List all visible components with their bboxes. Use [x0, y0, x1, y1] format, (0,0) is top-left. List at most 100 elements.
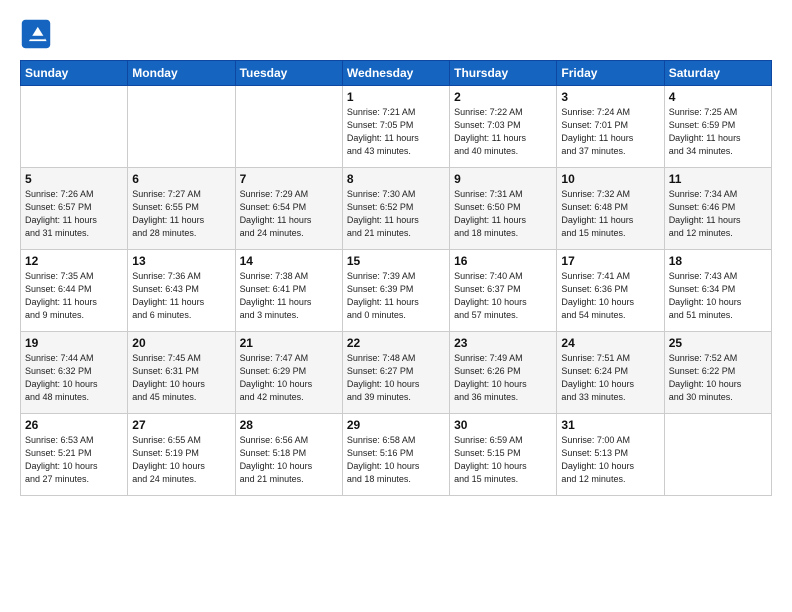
day-info: Sunrise: 7:30 AM Sunset: 6:52 PM Dayligh… — [347, 188, 445, 240]
day-cell: 3Sunrise: 7:24 AM Sunset: 7:01 PM Daylig… — [557, 86, 664, 168]
day-cell: 27 Sunrise: 6:55 AM Sunset: 5:19 PM Dayli… — [128, 414, 235, 496]
day-number: 29 — [347, 418, 445, 432]
day-cell: 4 Sunrise: 7:25 AM Sunset: 6:59 PM Daylig… — [664, 86, 771, 168]
logo — [20, 18, 56, 50]
day-cell: 22 Sunrise: 7:48 AM Sunset: 6:27 PM Dayli… — [342, 332, 449, 414]
day-cell: 7 Sunrise: 7:29 AM Sunset: 6:54 PM Daylig… — [235, 168, 342, 250]
day-cell: 25 Sunrise: 7:52 AM Sunset: 6:22 PM Dayli… — [664, 332, 771, 414]
day-number: 27 — [132, 418, 230, 432]
week-row-4: 26 Sunrise: 6:53 AM Sunset: 5:21 PM Dayli… — [21, 414, 772, 496]
week-row-3: 19 Sunrise: 7:44 AM Sunset: 6:32 PM Dayli… — [21, 332, 772, 414]
day-cell: 18 Sunrise: 7:43 AM Sunset: 6:34 PM Dayli… — [664, 250, 771, 332]
day-cell — [235, 86, 342, 168]
day-cell: 11Sunrise: 7:34 AM Sunset: 6:46 PM Dayli… — [664, 168, 771, 250]
day-cell: 10 Sunrise: 7:32 AM Sunset: 6:48 PM Dayli… — [557, 168, 664, 250]
day-info: Sunrise: 6:58 AM Sunset: 5:16 PM Dayligh… — [347, 434, 445, 486]
day-cell: 24Sunrise: 7:51 AM Sunset: 6:24 PM Dayli… — [557, 332, 664, 414]
day-info: Sunrise: 7:45 AM Sunset: 6:31 PM Dayligh… — [132, 352, 230, 404]
day-number: 15 — [347, 254, 445, 268]
day-cell: 19 Sunrise: 7:44 AM Sunset: 6:32 PM Dayli… — [21, 332, 128, 414]
day-number: 16 — [454, 254, 552, 268]
day-number: 5 — [25, 172, 123, 186]
day-info: Sunrise: 6:59 AM Sunset: 5:15 PM Dayligh… — [454, 434, 552, 486]
day-number: 24 — [561, 336, 659, 350]
day-info: Sunrise: 7:31 AM Sunset: 6:50 PM Dayligh… — [454, 188, 552, 240]
day-info: Sunrise: 7:24 AM Sunset: 7:01 PM Dayligh… — [561, 106, 659, 158]
day-info: Sunrise: 7:27 AM Sunset: 6:55 PM Dayligh… — [132, 188, 230, 240]
weekday-header-friday: Friday — [557, 61, 664, 86]
day-cell: 21 Sunrise: 7:47 AM Sunset: 6:29 PM Dayli… — [235, 332, 342, 414]
day-number: 30 — [454, 418, 552, 432]
day-info: Sunrise: 7:25 AM Sunset: 6:59 PM Dayligh… — [669, 106, 767, 158]
day-info: Sunrise: 7:38 AM Sunset: 6:41 PM Dayligh… — [240, 270, 338, 322]
day-cell — [21, 86, 128, 168]
logo-icon — [20, 18, 52, 50]
day-info: Sunrise: 7:52 AM Sunset: 6:22 PM Dayligh… — [669, 352, 767, 404]
day-cell: 17Sunrise: 7:41 AM Sunset: 6:36 PM Dayli… — [557, 250, 664, 332]
day-cell: 12 Sunrise: 7:35 AM Sunset: 6:44 PM Dayli… — [21, 250, 128, 332]
day-info: Sunrise: 7:41 AM Sunset: 6:36 PM Dayligh… — [561, 270, 659, 322]
week-row-0: 1Sunrise: 7:21 AM Sunset: 7:05 PM Daylig… — [21, 86, 772, 168]
day-number: 12 — [25, 254, 123, 268]
day-number: 14 — [240, 254, 338, 268]
day-info: Sunrise: 7:47 AM Sunset: 6:29 PM Dayligh… — [240, 352, 338, 404]
day-info: Sunrise: 7:49 AM Sunset: 6:26 PM Dayligh… — [454, 352, 552, 404]
day-cell: 20 Sunrise: 7:45 AM Sunset: 6:31 PM Dayli… — [128, 332, 235, 414]
day-cell: 6Sunrise: 7:27 AM Sunset: 6:55 PM Daylig… — [128, 168, 235, 250]
weekday-header-tuesday: Tuesday — [235, 61, 342, 86]
day-number: 22 — [347, 336, 445, 350]
week-row-1: 5 Sunrise: 7:26 AM Sunset: 6:57 PM Daylig… — [21, 168, 772, 250]
page: SundayMondayTuesdayWednesdayThursdayFrid… — [0, 0, 792, 612]
day-cell: 8 Sunrise: 7:30 AM Sunset: 6:52 PM Daylig… — [342, 168, 449, 250]
day-number: 7 — [240, 172, 338, 186]
weekday-header-monday: Monday — [128, 61, 235, 86]
day-info: Sunrise: 7:29 AM Sunset: 6:54 PM Dayligh… — [240, 188, 338, 240]
day-number: 18 — [669, 254, 767, 268]
day-number: 28 — [240, 418, 338, 432]
day-cell: 9 Sunrise: 7:31 AM Sunset: 6:50 PM Daylig… — [450, 168, 557, 250]
day-number: 13 — [132, 254, 230, 268]
day-info: Sunrise: 7:43 AM Sunset: 6:34 PM Dayligh… — [669, 270, 767, 322]
day-info: Sunrise: 7:22 AM Sunset: 7:03 PM Dayligh… — [454, 106, 552, 158]
day-number: 2 — [454, 90, 552, 104]
day-cell: 31 Sunrise: 7:00 AM Sunset: 5:13 PM Dayli… — [557, 414, 664, 496]
day-info: Sunrise: 6:53 AM Sunset: 5:21 PM Dayligh… — [25, 434, 123, 486]
calendar-table: SundayMondayTuesdayWednesdayThursdayFrid… — [20, 60, 772, 496]
day-cell — [664, 414, 771, 496]
day-info: Sunrise: 7:39 AM Sunset: 6:39 PM Dayligh… — [347, 270, 445, 322]
day-cell — [128, 86, 235, 168]
day-number: 9 — [454, 172, 552, 186]
day-number: 26 — [25, 418, 123, 432]
day-info: Sunrise: 7:34 AM Sunset: 6:46 PM Dayligh… — [669, 188, 767, 240]
day-cell: 2 Sunrise: 7:22 AM Sunset: 7:03 PM Daylig… — [450, 86, 557, 168]
day-info: Sunrise: 7:26 AM Sunset: 6:57 PM Dayligh… — [25, 188, 123, 240]
day-number: 19 — [25, 336, 123, 350]
day-info: Sunrise: 6:55 AM Sunset: 5:19 PM Dayligh… — [132, 434, 230, 486]
day-cell: 30 Sunrise: 6:59 AM Sunset: 5:15 PM Dayli… — [450, 414, 557, 496]
day-number: 4 — [669, 90, 767, 104]
day-number: 25 — [669, 336, 767, 350]
day-info: Sunrise: 7:35 AM Sunset: 6:44 PM Dayligh… — [25, 270, 123, 322]
day-number: 1 — [347, 90, 445, 104]
day-info: Sunrise: 7:40 AM Sunset: 6:37 PM Dayligh… — [454, 270, 552, 322]
weekday-header-wednesday: Wednesday — [342, 61, 449, 86]
day-cell: 16 Sunrise: 7:40 AM Sunset: 6:37 PM Dayli… — [450, 250, 557, 332]
week-row-2: 12 Sunrise: 7:35 AM Sunset: 6:44 PM Dayli… — [21, 250, 772, 332]
day-info: Sunrise: 7:32 AM Sunset: 6:48 PM Dayligh… — [561, 188, 659, 240]
day-cell: 15 Sunrise: 7:39 AM Sunset: 6:39 PM Dayli… — [342, 250, 449, 332]
day-number: 10 — [561, 172, 659, 186]
day-number: 31 — [561, 418, 659, 432]
day-cell: 1Sunrise: 7:21 AM Sunset: 7:05 PM Daylig… — [342, 86, 449, 168]
day-info: Sunrise: 7:36 AM Sunset: 6:43 PM Dayligh… — [132, 270, 230, 322]
day-info: Sunrise: 7:48 AM Sunset: 6:27 PM Dayligh… — [347, 352, 445, 404]
day-cell: 5 Sunrise: 7:26 AM Sunset: 6:57 PM Daylig… — [21, 168, 128, 250]
day-cell: 13 Sunrise: 7:36 AM Sunset: 6:43 PM Dayli… — [128, 250, 235, 332]
header — [20, 18, 772, 50]
day-info: Sunrise: 7:00 AM Sunset: 5:13 PM Dayligh… — [561, 434, 659, 486]
day-number: 8 — [347, 172, 445, 186]
day-number: 23 — [454, 336, 552, 350]
day-number: 21 — [240, 336, 338, 350]
day-number: 20 — [132, 336, 230, 350]
day-cell: 14 Sunrise: 7:38 AM Sunset: 6:41 PM Dayli… — [235, 250, 342, 332]
day-info: Sunrise: 7:44 AM Sunset: 6:32 PM Dayligh… — [25, 352, 123, 404]
